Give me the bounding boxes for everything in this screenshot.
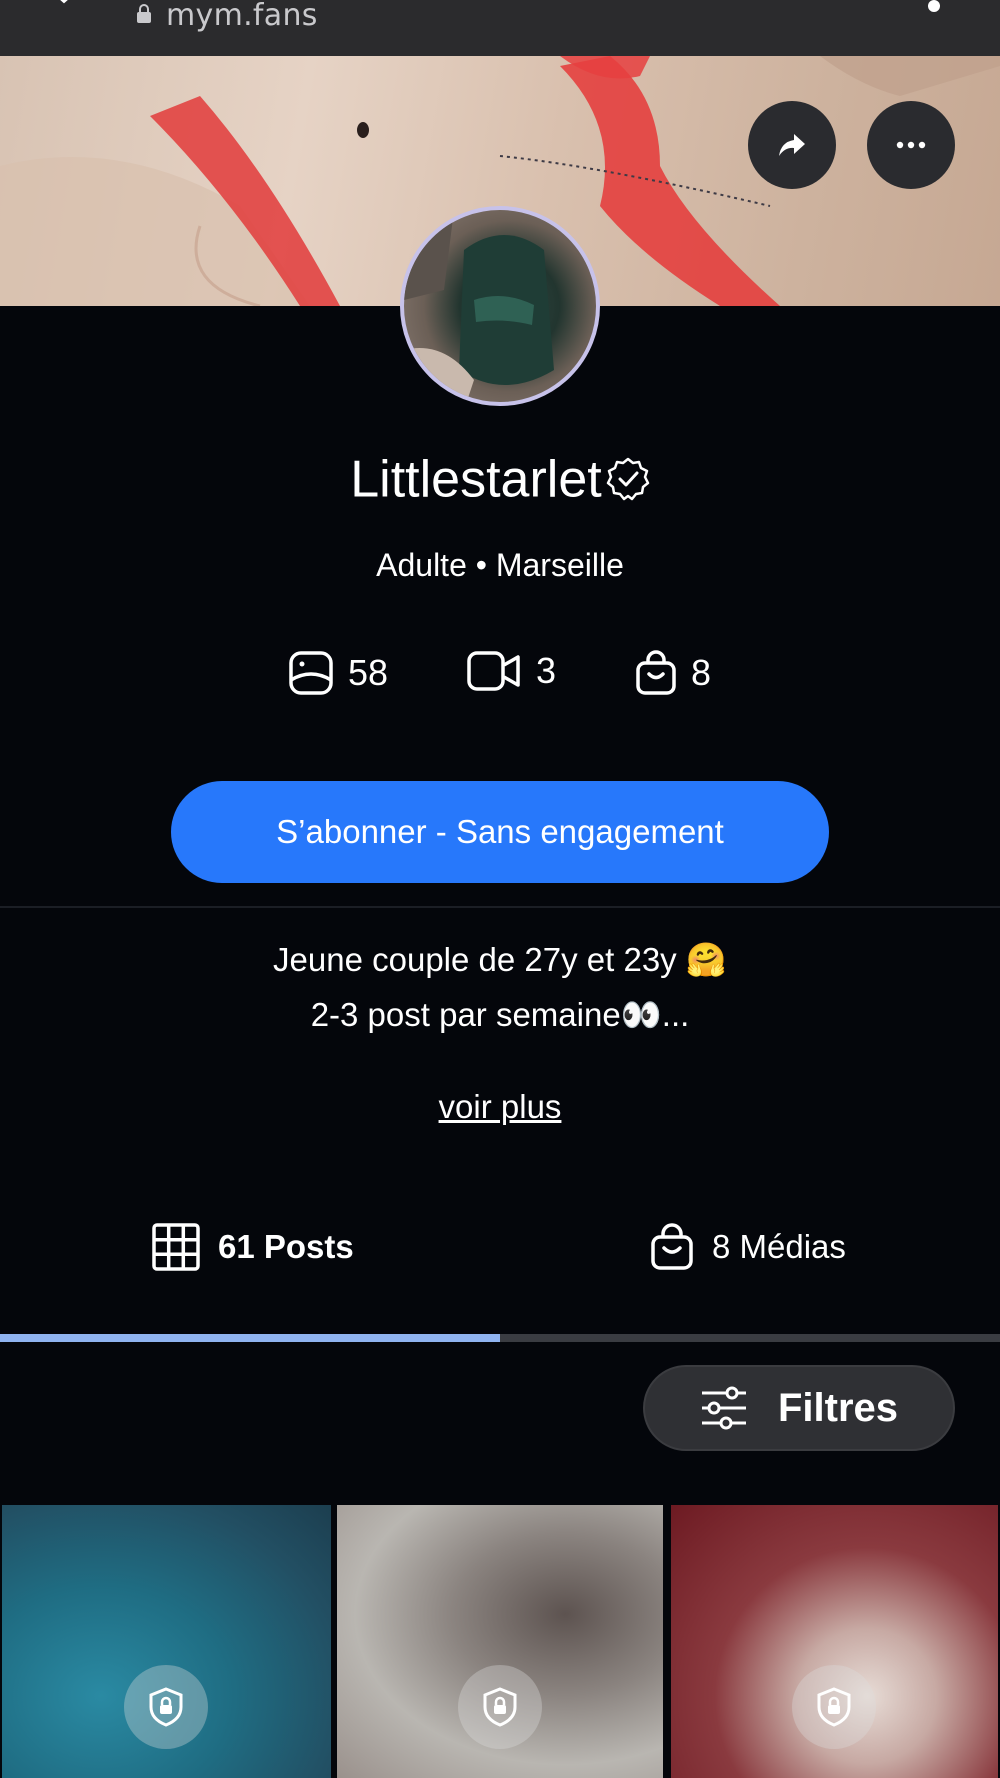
subscribe-button[interactable]: S’abonner - Sans engagement bbox=[171, 781, 829, 883]
videos-count: 3 bbox=[536, 650, 557, 691]
products-count: 8 bbox=[691, 652, 712, 693]
avatar[interactable] bbox=[400, 206, 600, 406]
sliders-icon bbox=[701, 1386, 746, 1430]
bio-line: 2-3 post par semaine👀... bbox=[310, 996, 690, 1033]
browser-menu-icon[interactable] bbox=[924, 0, 944, 18]
divider bbox=[0, 906, 1000, 908]
share-button[interactable] bbox=[748, 101, 836, 189]
see-more-link[interactable]: voir plus bbox=[439, 1088, 562, 1125]
stat-videos: 3 bbox=[466, 650, 556, 692]
profile-stats: 58 3 8 bbox=[0, 650, 1000, 700]
share-icon bbox=[779, 134, 805, 156]
lock-badge bbox=[124, 1665, 208, 1749]
lock-badge bbox=[458, 1665, 542, 1749]
content-tabs: 61 Posts 8 Médias bbox=[0, 1220, 1000, 1320]
shield-lock-icon bbox=[483, 1687, 517, 1727]
lock-icon bbox=[137, 4, 151, 23]
more-options-button[interactable] bbox=[867, 101, 955, 189]
grid-icon bbox=[152, 1223, 200, 1271]
tab-medias[interactable]: 8 Médias bbox=[650, 1220, 846, 1274]
tab-posts[interactable]: 61 Posts bbox=[152, 1220, 354, 1274]
locked-post-tile[interactable] bbox=[671, 1505, 998, 1778]
stat-photos: 58 bbox=[288, 650, 388, 696]
stat-products: 8 bbox=[635, 650, 711, 696]
bag-icon bbox=[651, 1223, 693, 1270]
shield-lock-icon bbox=[817, 1687, 851, 1727]
username: Littlestarlet bbox=[350, 450, 602, 509]
tab-posts-label: 61 Posts bbox=[218, 1228, 354, 1265]
photos-count: 58 bbox=[348, 652, 389, 693]
filters-label: Filtres bbox=[777, 1385, 899, 1430]
verified-badge-icon bbox=[606, 458, 649, 501]
shield-lock-icon bbox=[149, 1687, 183, 1727]
active-tab-indicator bbox=[0, 1334, 500, 1342]
bag-icon bbox=[636, 650, 676, 695]
posts-grid bbox=[0, 1505, 1000, 1778]
bio-line: Jeune couple de 27y et 23y 🤗 bbox=[273, 941, 727, 978]
more-dots-icon bbox=[896, 141, 926, 149]
profile-bio: Jeune couple de 27y et 23y 🤗 2-3 post pa… bbox=[0, 932, 1000, 1042]
locked-post-tile[interactable] bbox=[2, 1505, 331, 1778]
close-icon[interactable] bbox=[40, 0, 90, 26]
profile-name-row: Littlestarlet bbox=[0, 446, 1000, 509]
see-more-link-row: voir plus bbox=[0, 1088, 1000, 1126]
avatar-photo bbox=[404, 210, 554, 402]
video-icon bbox=[467, 651, 520, 691]
lock-badge bbox=[792, 1665, 876, 1749]
browser-toolbar: mym.fans bbox=[0, 0, 1000, 56]
url-text[interactable]: mym.fans bbox=[166, 0, 318, 33]
profile-meta: Adulte • Marseille bbox=[376, 547, 624, 583]
locked-post-tile[interactable] bbox=[337, 1505, 663, 1778]
tab-medias-label: 8 Médias bbox=[712, 1228, 846, 1265]
photo-icon bbox=[289, 651, 333, 695]
filters-button[interactable]: Filtres bbox=[643, 1365, 955, 1451]
